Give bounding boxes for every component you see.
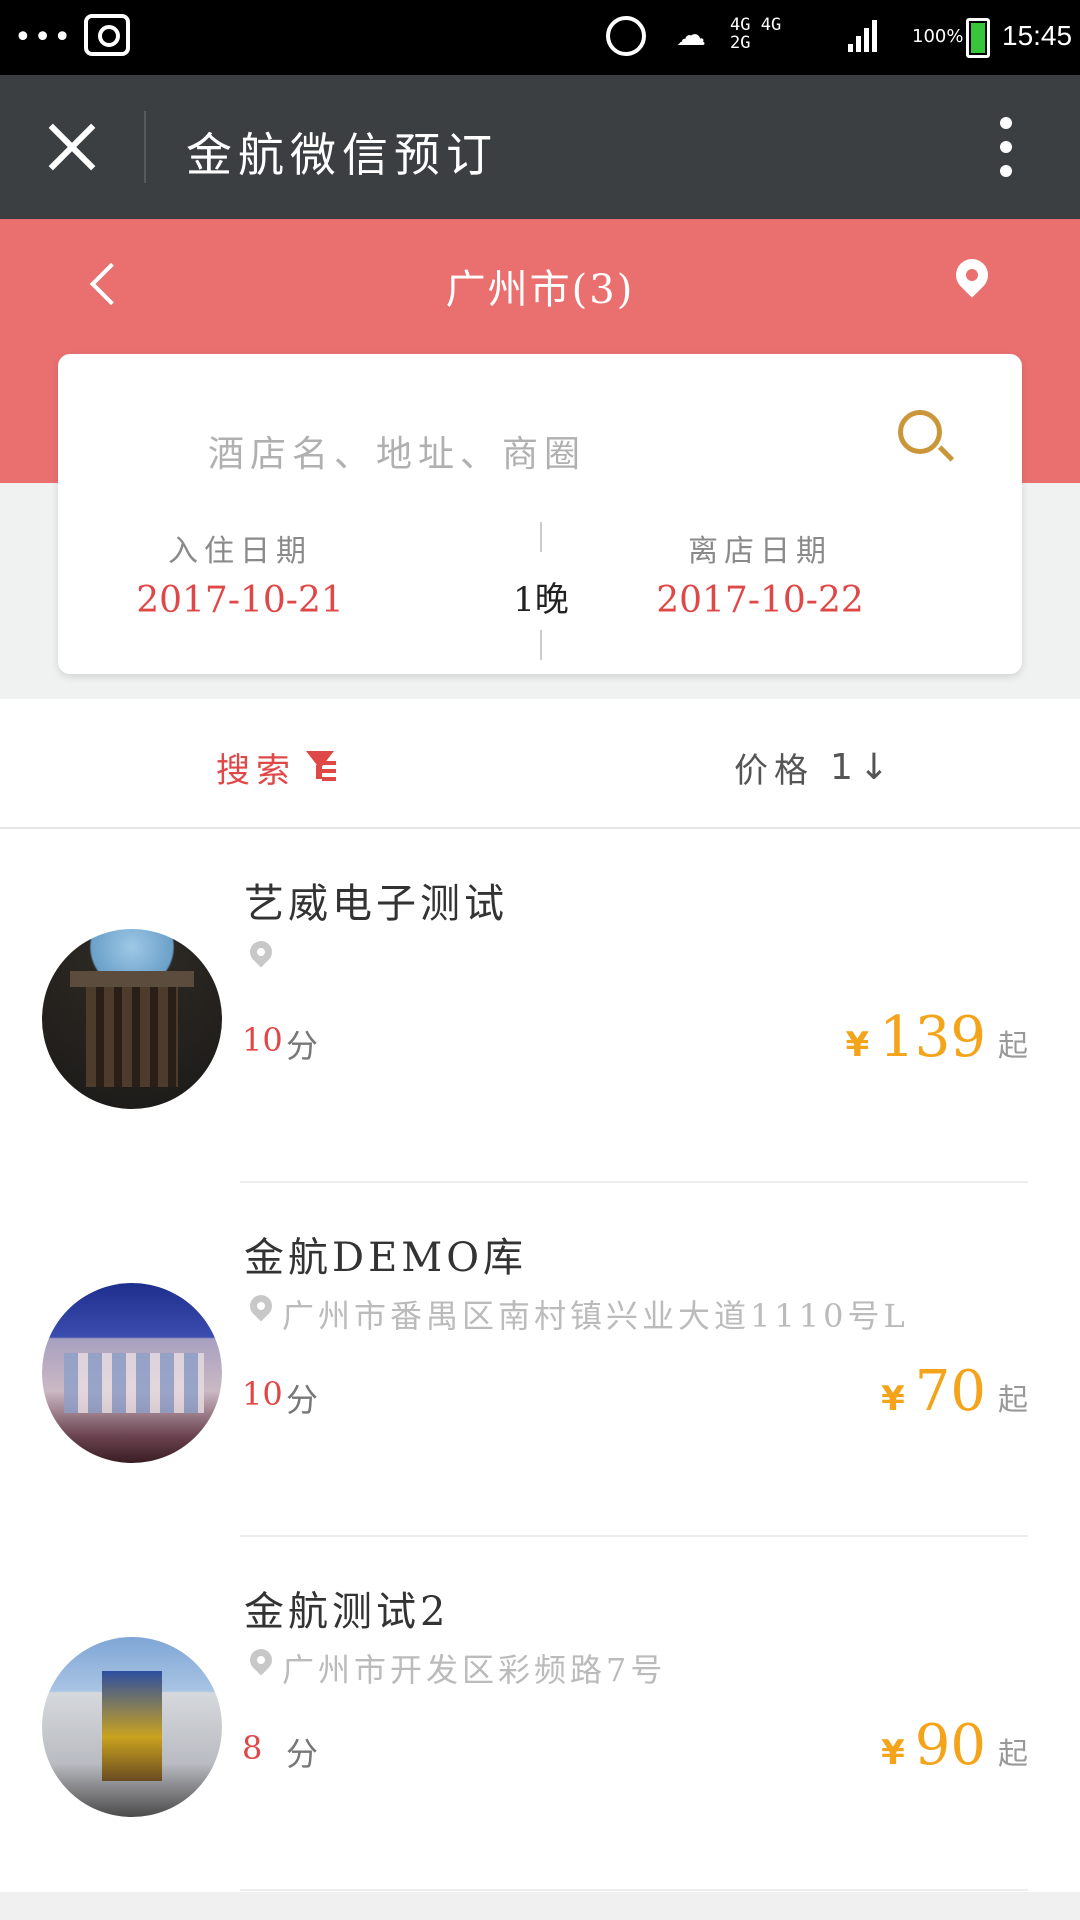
checkout-label: 离店日期 [688, 534, 832, 569]
hotel-list-item[interactable]: 金航测试2 广州市开发区彩频路7号 8 分 ¥ 90 起 [0, 1537, 1080, 1891]
location-pin-icon [245, 936, 277, 968]
app-titlebar: 金航微信预订 [0, 75, 1080, 219]
signal-icon [848, 18, 877, 52]
currency-symbol: ¥ [881, 1733, 905, 1773]
hotel-thumbnail [42, 929, 222, 1109]
price-amount: 90 [914, 1713, 986, 1778]
filter-bar: 搜索 价格 1↓ [0, 699, 1080, 829]
hotel-name: 金航测试2 [244, 1589, 450, 1635]
currency-symbol: ¥ [881, 1379, 905, 1419]
network-type: 4G 4G 2G [730, 15, 782, 53]
price-amount: 70 [914, 1359, 986, 1424]
hotel-price: ¥ 139 起 [845, 1005, 1028, 1070]
divider [240, 1889, 1028, 1891]
price-suffix: 起 [998, 1383, 1028, 1418]
hotel-score: 8 [242, 1729, 263, 1767]
sort-price-label[interactable]: 价格 [734, 743, 814, 792]
location-pin-icon [245, 1644, 277, 1676]
clock: 15:45 [1002, 20, 1073, 51]
sort-descending-icon[interactable]: 1↓ [830, 747, 895, 788]
checkout-date[interactable]: 2017-10-22 [610, 580, 910, 621]
hotel-price: ¥ 90 起 [881, 1713, 1028, 1778]
battery-percent: 100% [912, 26, 964, 47]
close-icon[interactable] [44, 119, 100, 175]
price-suffix: 起 [998, 1029, 1028, 1064]
score-unit: 分 [286, 1381, 319, 1419]
notification-dots: ••• [14, 20, 74, 55]
city-title[interactable]: 广州市(3) [0, 257, 1080, 315]
score-unit: 分 [286, 1027, 319, 1065]
nights-count: 1晚 [513, 580, 569, 620]
search-icon[interactable] [898, 410, 942, 454]
weather-icon: ☁ [676, 18, 706, 53]
currency-symbol: ¥ [845, 1025, 870, 1065]
filter-lines-icon [322, 761, 336, 785]
battery-icon [966, 18, 990, 58]
checkin-date[interactable]: 2017-10-21 [90, 580, 390, 621]
status-bar: ••• ☁ 4G 4G 2G 100% 15:45 [0, 0, 1080, 75]
bottom-strip [0, 1892, 1080, 1920]
search-input[interactable] [208, 424, 768, 484]
hotel-name: 金航DEMO库 [244, 1235, 528, 1281]
divider [144, 111, 146, 183]
hotel-score: 10 [242, 1021, 283, 1059]
price-amount: 139 [879, 1005, 986, 1070]
price-suffix: 起 [998, 1737, 1028, 1772]
hotel-list-item[interactable]: 艺威电子测试 10 分 ¥ 139 起 [0, 829, 1080, 1183]
hotel-thumbnail [42, 1283, 222, 1463]
hotel-address: 广州市番禺区南村镇兴业大道1110号L [282, 1297, 909, 1335]
hotel-list-item[interactable]: 金航DEMO库 广州市番禺区南村镇兴业大道1110号L 10 分 ¥ 70 起 [0, 1183, 1080, 1537]
hotel-list: 艺威电子测试 10 分 ¥ 139 起 金航DEMO库 广州市番禺区南村镇兴业大… [0, 829, 1080, 1892]
date-divider-top [540, 522, 542, 552]
search-card: 入住日期 2017-10-21 1晚 离店日期 2017-10-22 [58, 354, 1022, 674]
location-pin-icon [245, 1290, 277, 1322]
screenshot-icon [84, 14, 130, 56]
more-vertical-icon[interactable] [1000, 117, 1016, 181]
hotel-thumbnail [42, 1637, 222, 1817]
page-title: 金航微信预订 [186, 128, 498, 182]
score-unit: 分 [286, 1735, 319, 1773]
filter-search-label[interactable]: 搜索 [216, 743, 296, 792]
checkin-label: 入住日期 [168, 534, 312, 569]
date-divider-bottom [540, 630, 542, 660]
hotel-name: 艺威电子测试 [244, 881, 508, 927]
hotel-address: 广州市开发区彩频路7号 [282, 1651, 667, 1689]
hotel-score: 10 [242, 1375, 283, 1413]
hotel-price: ¥ 70 起 [881, 1359, 1028, 1424]
alarm-icon [606, 16, 646, 56]
